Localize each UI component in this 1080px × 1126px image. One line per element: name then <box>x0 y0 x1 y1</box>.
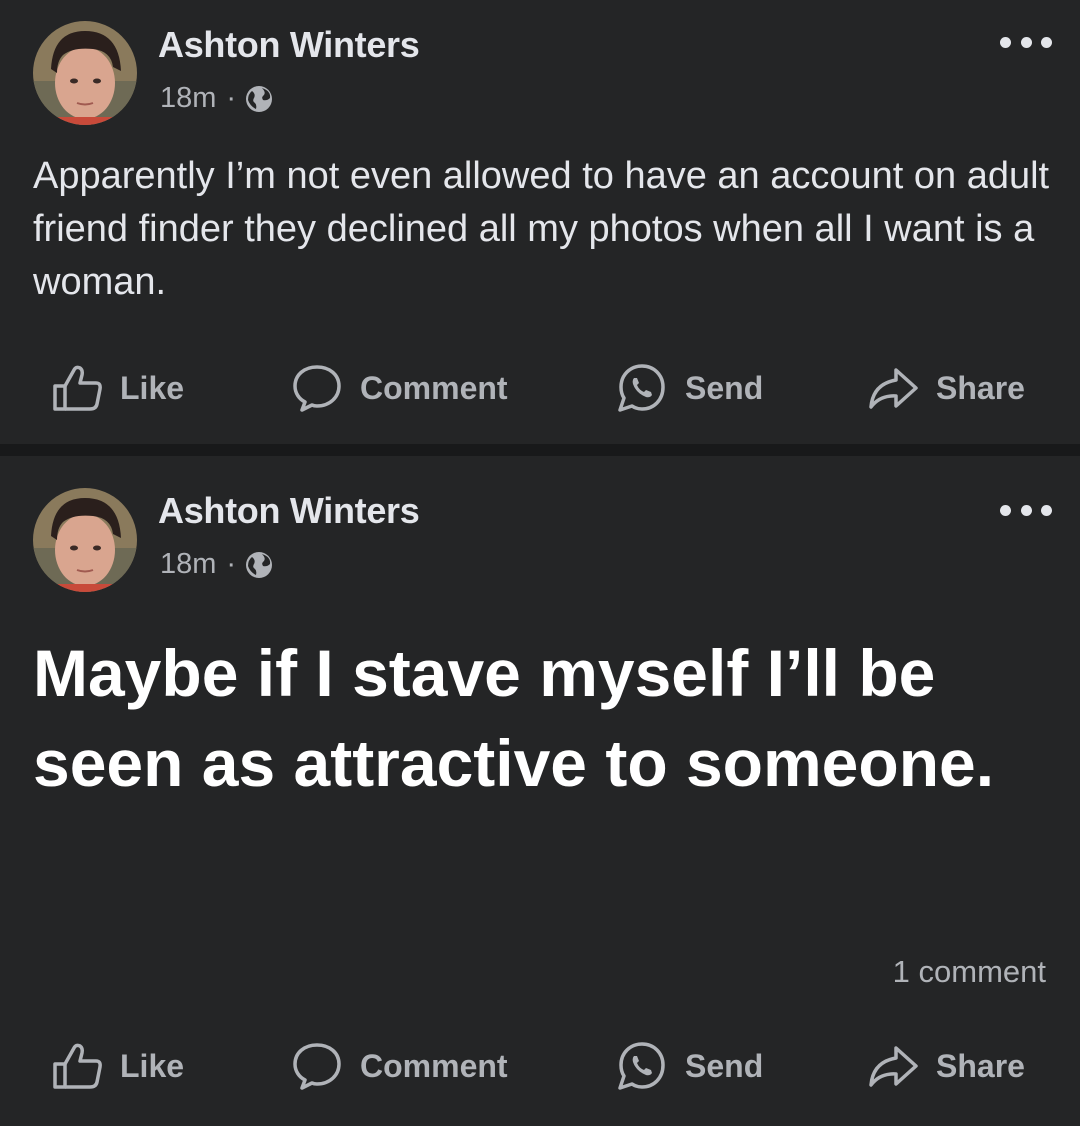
more-options-icon[interactable] <box>1000 32 1052 52</box>
like-label: Like <box>120 1047 185 1084</box>
meta-separator: · <box>226 548 237 580</box>
send-button[interactable]: Send <box>615 1036 763 1096</box>
share-label: Share <box>936 369 1025 406</box>
like-button[interactable]: Like <box>52 1036 184 1096</box>
post-text-large: Maybe if I stave myself I’ll be seen as … <box>33 636 995 800</box>
thumbs-up-icon <box>53 1043 102 1089</box>
post-actions: Like Comment Send Share <box>0 1036 1080 1096</box>
comment-count[interactable]: 1 comment <box>893 954 1046 990</box>
post-card: Ashton Winters 18m · Maybe if I stave my… <box>0 456 1080 1126</box>
comment-bubble-icon <box>293 1043 341 1090</box>
author-name[interactable]: Ashton Winters <box>158 24 420 66</box>
whatsapp-icon <box>618 1042 665 1090</box>
share-button[interactable]: Share <box>866 358 1025 418</box>
share-arrow-icon <box>869 1046 918 1087</box>
comment-bubble-icon <box>293 365 341 412</box>
share-button[interactable]: Share <box>866 1036 1025 1096</box>
post-actions: Like Comment Send Share <box>0 358 1080 418</box>
author-name[interactable]: Ashton Winters <box>158 490 420 532</box>
comment-button[interactable]: Comment <box>290 1036 508 1096</box>
more-options-icon[interactable] <box>1000 500 1052 520</box>
post-card: Ashton Winters 18m · Apparently I’m not … <box>0 0 1080 444</box>
send-button[interactable]: Send <box>615 358 763 418</box>
globe-icon <box>244 550 274 580</box>
comment-button[interactable]: Comment <box>290 358 508 418</box>
post-time[interactable]: 18m <box>160 548 216 581</box>
send-label: Send <box>685 1047 764 1084</box>
avatar[interactable] <box>33 21 137 125</box>
post-meta: 18m · <box>160 82 274 115</box>
comment-label: Comment <box>360 1047 508 1084</box>
share-arrow-icon <box>869 368 918 409</box>
comment-label: Comment <box>360 369 508 406</box>
share-label: Share <box>936 1047 1025 1084</box>
globe-icon <box>244 84 274 114</box>
whatsapp-icon <box>618 364 665 412</box>
post-meta: 18m · <box>160 548 274 581</box>
post-time[interactable]: 18m <box>160 82 216 115</box>
like-button[interactable]: Like <box>52 358 184 418</box>
like-label: Like <box>120 369 185 406</box>
meta-separator: · <box>226 82 237 114</box>
avatar[interactable] <box>33 488 137 592</box>
thumbs-up-icon <box>53 365 102 411</box>
post-text: Apparently I’m not even allowed to have … <box>33 155 1050 303</box>
send-label: Send <box>685 369 764 406</box>
